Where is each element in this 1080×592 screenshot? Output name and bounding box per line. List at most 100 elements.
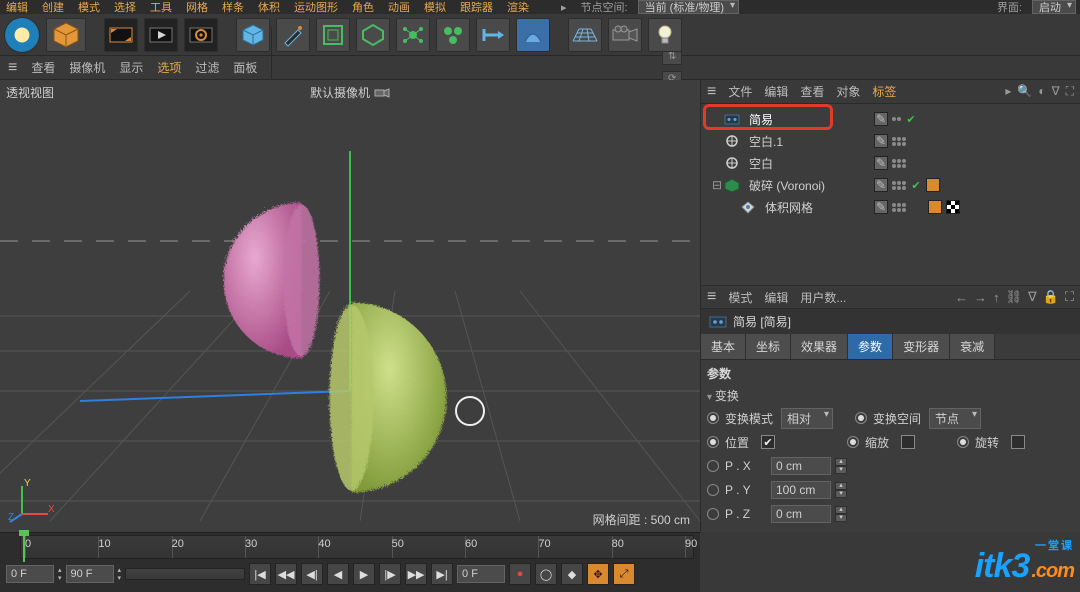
hamburger-icon[interactable]: ≡ [8, 59, 17, 77]
layer-tag-icon[interactable]: ✎ [874, 200, 888, 214]
vp-menu-item[interactable]: 显示 [119, 59, 143, 76]
spinner-icon[interactable]: ▴▾ [835, 506, 847, 522]
deformer-icon[interactable] [516, 18, 550, 52]
tab-parameter[interactable]: 参数 [848, 334, 893, 359]
timeline-ruler[interactable]: 0102030405060708090 [20, 535, 694, 559]
pen-tool-icon[interactable] [276, 18, 310, 52]
tab-coord[interactable]: 坐标 [746, 334, 791, 359]
radio-icon[interactable] [855, 412, 867, 424]
layer-tag-icon[interactable]: ✎ [874, 134, 888, 148]
am-menu-item[interactable]: 编辑 [764, 289, 788, 306]
spinner-icon[interactable]: ▴▾ [118, 566, 122, 582]
expand-icon[interactable]: ⊟ [711, 178, 723, 192]
hamburger-icon[interactable]: ≡ [707, 288, 716, 306]
hamburger-icon[interactable]: ≡ [707, 83, 716, 101]
primitive-cube-icon[interactable] [46, 18, 86, 52]
range-start-input[interactable]: 0 F [6, 565, 54, 583]
menu-item[interactable]: 角色 [350, 0, 376, 14]
tree-label[interactable]: 破碎 (Voronoi) [745, 176, 829, 195]
play-back-icon[interactable]: ◀ [327, 563, 349, 585]
rotation-checkbox[interactable] [1011, 435, 1025, 449]
om-menu-item[interactable]: 对象 [836, 83, 860, 100]
viewport[interactable]: 透视视图 默认摄像机 [0, 80, 700, 532]
vp-menu-item[interactable]: 面板 [233, 59, 257, 76]
radio-icon[interactable] [707, 508, 719, 520]
range-end-input[interactable]: 90 F [66, 565, 114, 583]
key-icon[interactable]: ◆ [561, 563, 583, 585]
node-space-dropdown[interactable]: 当前 (标准/物理) [638, 0, 739, 14]
subdivision-icon[interactable] [316, 18, 350, 52]
autokey-icon[interactable]: ◯ [535, 563, 557, 585]
om-menu-item[interactable]: 标签 [872, 83, 896, 100]
vp-menu-item[interactable]: 摄像机 [69, 59, 105, 76]
maximize-icon[interactable]: ⛶ [1065, 289, 1074, 305]
menu-item[interactable]: 体积 [256, 0, 282, 14]
tree-row[interactable]: 空白.1 [711, 130, 868, 152]
menu-item[interactable]: 工具 [148, 0, 174, 14]
transform-space-dropdown[interactable]: 节点 [929, 408, 981, 429]
render-settings-icon[interactable] [184, 18, 218, 52]
menu-overflow-icon[interactable]: ▸ [561, 1, 567, 14]
radio-icon[interactable] [707, 484, 719, 496]
menu-item[interactable]: 创建 [40, 0, 66, 14]
timeline-mini[interactable] [125, 568, 245, 580]
menu-item[interactable]: 模式 [76, 0, 102, 14]
vp-menu-item[interactable]: 选项 [157, 59, 181, 76]
radio-icon[interactable] [847, 436, 859, 448]
menu-item[interactable]: 渲染 [505, 0, 531, 14]
tree-label[interactable]: 体积网格 [761, 198, 817, 217]
am-menu-item[interactable]: 模式 [728, 289, 752, 306]
om-menu-item[interactable]: 文件 [728, 83, 752, 100]
enable-check-icon[interactable]: ✔ [905, 113, 917, 125]
tree-row[interactable]: 简易 [711, 108, 868, 130]
nav-back-icon[interactable]: ← [955, 290, 968, 305]
nav-fwd-icon[interactable]: → [974, 290, 987, 305]
filter-icon[interactable]: ∇ [1052, 84, 1060, 99]
enable-check-icon[interactable]: ✔ [910, 179, 922, 191]
step-back-icon[interactable]: ◀| [301, 563, 323, 585]
vp-menu-item[interactable]: 查看 [31, 59, 55, 76]
tag-icon[interactable] [928, 200, 942, 214]
tree-label[interactable]: 空白 [745, 154, 777, 173]
radio-icon[interactable] [707, 460, 719, 472]
spinner-icon[interactable]: ▴▾ [835, 482, 847, 498]
next-key-icon[interactable]: ▶▶ [405, 563, 427, 585]
axis-tool-icon[interactable] [476, 18, 510, 52]
cube-tool-icon[interactable] [236, 18, 270, 52]
current-frame-input[interactable]: 0 F [457, 565, 505, 583]
record-icon[interactable]: ● [509, 563, 531, 585]
tree-row[interactable]: 空白 [711, 152, 868, 174]
keyframe-btn-icon[interactable]: ✥ [587, 563, 609, 585]
tab-effector[interactable]: 效果器 [791, 334, 848, 359]
menu-item[interactable]: 样条 [220, 0, 246, 14]
prev-key-icon[interactable]: ◀◀ [275, 563, 297, 585]
tree-label[interactable]: 空白.1 [745, 132, 787, 151]
menu-item[interactable]: 运动图形 [292, 0, 340, 14]
radio-icon[interactable] [707, 436, 719, 448]
goto-start-icon[interactable]: |◀ [249, 563, 271, 585]
radio-icon[interactable] [957, 436, 969, 448]
link-icon[interactable]: ⛓ [1005, 289, 1022, 305]
object-tree-empty[interactable] [701, 230, 1080, 285]
nav-up-icon[interactable]: ↑ [993, 290, 1000, 305]
goto-end-icon[interactable]: ▶| [431, 563, 453, 585]
subsection-title[interactable]: 变换 [707, 385, 1074, 406]
render-view-icon[interactable] [104, 18, 138, 52]
pz-input[interactable]: 0 cm [771, 505, 831, 523]
menu-item[interactable]: 网格 [184, 0, 210, 14]
spinner-icon[interactable]: ▴▾ [835, 458, 847, 474]
menu-item[interactable]: 跟踪器 [458, 0, 495, 14]
light-icon[interactable] [648, 18, 682, 52]
menu-item[interactable]: 编辑 [4, 0, 30, 14]
layer-tag-icon[interactable]: ✎ [874, 112, 888, 126]
more-icon[interactable]: ▸ [1005, 84, 1011, 99]
tree-label[interactable]: 简易 [745, 110, 777, 129]
object-tree[interactable]: 简易 空白.1 空白 ⊟ 破碎 (Voronoi) [701, 104, 1080, 230]
maximize-icon[interactable]: ⛶ [1066, 84, 1074, 99]
step-fwd-icon[interactable]: |▶ [379, 563, 401, 585]
spinner-icon[interactable]: ▴▾ [58, 566, 62, 582]
am-menu-item[interactable]: 用户数... [800, 289, 846, 306]
field-icon[interactable] [396, 18, 430, 52]
generator-icon[interactable] [356, 18, 390, 52]
lock-icon[interactable]: 🔒 [1043, 289, 1059, 305]
